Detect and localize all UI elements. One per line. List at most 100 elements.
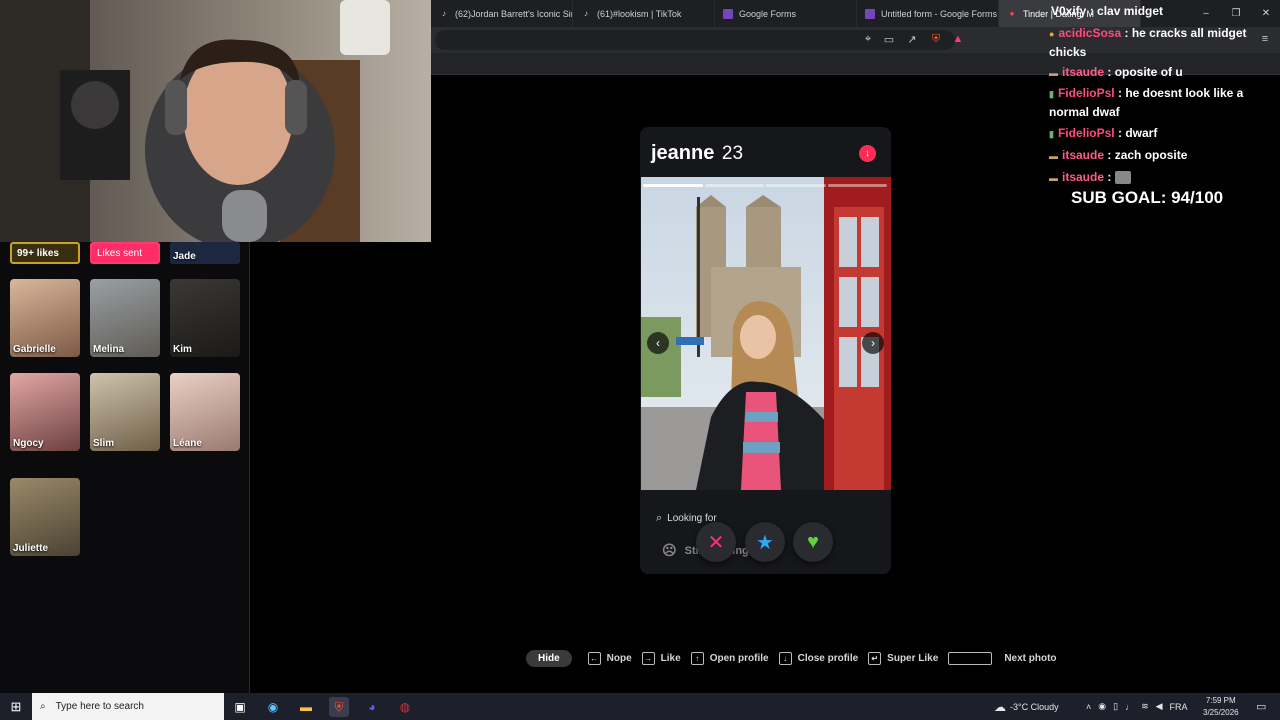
photo-progress — [643, 184, 887, 187]
profile-card[interactable]: Léane — [170, 373, 240, 451]
chat-username: V0xify — [1051, 4, 1087, 18]
profile-card[interactable]: Gabrielle — [10, 279, 80, 357]
space-key-icon — [948, 652, 993, 665]
tab-tiktok-jordan[interactable]: ♪ (62)Jordan Barrett's Iconic Sina — [431, 0, 573, 27]
badge-icon: ▬ — [1049, 68, 1058, 78]
profile-name: Léane — [173, 438, 202, 449]
webcam-image — [0, 0, 431, 242]
language-indicator[interactable]: FRA — [1170, 702, 1188, 712]
close-x-icon: ✕ — [707, 531, 725, 554]
likes-sent-button[interactable]: Likes sent — [90, 242, 160, 264]
chat-message: ▬ itsaude : oposite of u — [1049, 63, 1280, 82]
location-icon[interactable]: ⌖ — [861, 32, 875, 46]
likes-sent-label: Likes sent — [97, 247, 143, 259]
chat-username: FidelioPsl — [1057, 126, 1115, 140]
search-icon: ⌕ — [40, 701, 46, 712]
arrow-down-key-icon: ↓ — [778, 652, 792, 665]
wifi-icon[interactable]: ≋ — [1141, 701, 1149, 712]
badge-icon: ▮ — [1049, 129, 1054, 139]
profile-card[interactable]: Slim — [90, 373, 160, 451]
tab-label: (61)#lookism | TikTok — [597, 8, 682, 19]
url-field[interactable] — [435, 30, 955, 50]
hint-next-photo: Next photo — [948, 652, 1057, 665]
obs-tray-icon[interactable]: ◉ — [1098, 701, 1106, 712]
hint-label: Close profile — [797, 653, 859, 664]
volume-icon[interactable]: ◀ — [1156, 701, 1163, 712]
brave-rewards-icon[interactable]: ▲ — [951, 32, 965, 46]
likes-count-button[interactable]: 99+ likes — [10, 242, 80, 264]
hint-label: Next photo — [1004, 653, 1057, 664]
nope-button[interactable]: ✕ — [696, 522, 736, 562]
profile-name: Gabrielle — [13, 344, 56, 355]
badge-icon: ▬ — [1049, 173, 1058, 183]
profile-name: Slim — [93, 438, 115, 449]
photo-progress-segment — [643, 184, 703, 187]
photo-progress-segment — [704, 184, 764, 187]
search-placeholder: Type here to search — [55, 701, 144, 712]
hide-shortcuts-button[interactable]: Hide — [526, 650, 572, 667]
emote-icon — [1114, 171, 1131, 185]
chevron-up-icon[interactable]: ˄ — [1086, 702, 1091, 712]
chat-text: zach oposite — [1114, 148, 1188, 162]
profile-card[interactable]: Jade — [170, 242, 240, 264]
chevron-left-icon: ‹ — [656, 336, 660, 350]
profile-card[interactable]: Kim — [170, 279, 240, 357]
brave-shield-icon[interactable]: ⛨ — [929, 32, 943, 46]
hint-label: Open profile — [709, 653, 769, 664]
clock[interactable]: 7:59 PM 3/25/2026 — [1203, 693, 1239, 720]
profile-name: Jade — [173, 251, 196, 262]
network-icon[interactable]: ▯ — [1113, 701, 1118, 712]
chat-text: clav midget — [1097, 4, 1164, 18]
profile-card[interactable]: Juliette — [10, 478, 80, 556]
heart-icon: ♥ — [807, 530, 819, 553]
enter-key-icon: ↵ — [868, 652, 882, 665]
profile-age: 23 — [721, 143, 744, 164]
badge-icon: ● — [1049, 29, 1055, 39]
cloudy-icon: ☁ — [994, 699, 1006, 714]
previous-photo-button[interactable]: ‹ — [647, 332, 669, 354]
profile-card[interactable]: Melina — [90, 279, 160, 357]
chat-username: itsaude — [1062, 65, 1105, 79]
tab-tiktok-lookism[interactable]: ♪ (61)#lookism | TikTok — [573, 0, 715, 27]
info-down-icon[interactable]: ↓ — [859, 145, 876, 162]
file-explorer-icon[interactable]: ▬ — [296, 697, 316, 717]
profile-name: jeanne — [651, 142, 715, 164]
windows-start-icon[interactable]: ⊞ — [8, 699, 24, 715]
chat-message: ▮ FidelioPsl : he doesnt look like a norm… — [1049, 86, 1244, 119]
weather-text: -3°C Cloudy — [1010, 701, 1059, 712]
profile-title: jeanne 23 — [651, 142, 743, 165]
notifications-icon[interactable]: ▭ — [1256, 693, 1266, 720]
copilot-icon[interactable]: ◉ — [263, 697, 283, 717]
clock-time: 7:59 PM — [1205, 695, 1236, 705]
profile-photo[interactable]: ‹ › — [641, 177, 891, 490]
search-icon: ⌕ — [656, 512, 663, 524]
brave-browser-icon[interactable]: ⛨ — [329, 697, 349, 717]
chevron-right-icon: › — [871, 336, 875, 350]
next-photo-button[interactable]: › — [862, 332, 884, 354]
thinking-emoji-icon: ☹ — [662, 542, 677, 558]
windows-taskbar: ⊞ ⌕ Type here to search ▣ ◉ ▬ ⛨ ◕ ◍ ☁ -3… — [0, 693, 1280, 720]
hint-open-profile: ↑ Open profile — [690, 652, 769, 665]
share-icon[interactable]: ↗ — [905, 32, 919, 46]
hint-label: Super Like — [887, 653, 939, 664]
discord-icon[interactable]: ◕ — [362, 697, 382, 717]
star-icon: ★ — [756, 531, 774, 554]
forms-icon — [723, 8, 733, 19]
task-view-icon[interactable]: ▣ — [230, 697, 250, 717]
super-like-button[interactable]: ★ — [745, 522, 785, 562]
chat-text: dwarf — [1125, 126, 1158, 140]
hint-like: → Like — [641, 652, 681, 665]
photo-progress-segment — [827, 184, 887, 187]
profile-card[interactable]: Ngocy — [10, 373, 80, 451]
taskbar-search[interactable]: ⌕ Type here to search — [32, 693, 224, 720]
obs-icon[interactable]: ◍ — [395, 697, 415, 717]
like-button[interactable]: ♥ — [793, 522, 833, 562]
tinder-icon: ● — [1009, 9, 1015, 18]
tab-untitled-form[interactable]: Untitled form - Google Forms — [857, 0, 999, 27]
weather-widget[interactable]: ☁ -3°C Cloudy — [994, 693, 1059, 720]
chat-message: V0xify : clav midget — [1051, 4, 1164, 18]
cast-icon[interactable]: ▭ — [882, 32, 896, 46]
microphone-icon[interactable]: ♩ — [1125, 702, 1134, 712]
likes-count-label: 99+ likes — [17, 247, 59, 259]
tab-google-forms[interactable]: Google Forms — [715, 0, 857, 27]
